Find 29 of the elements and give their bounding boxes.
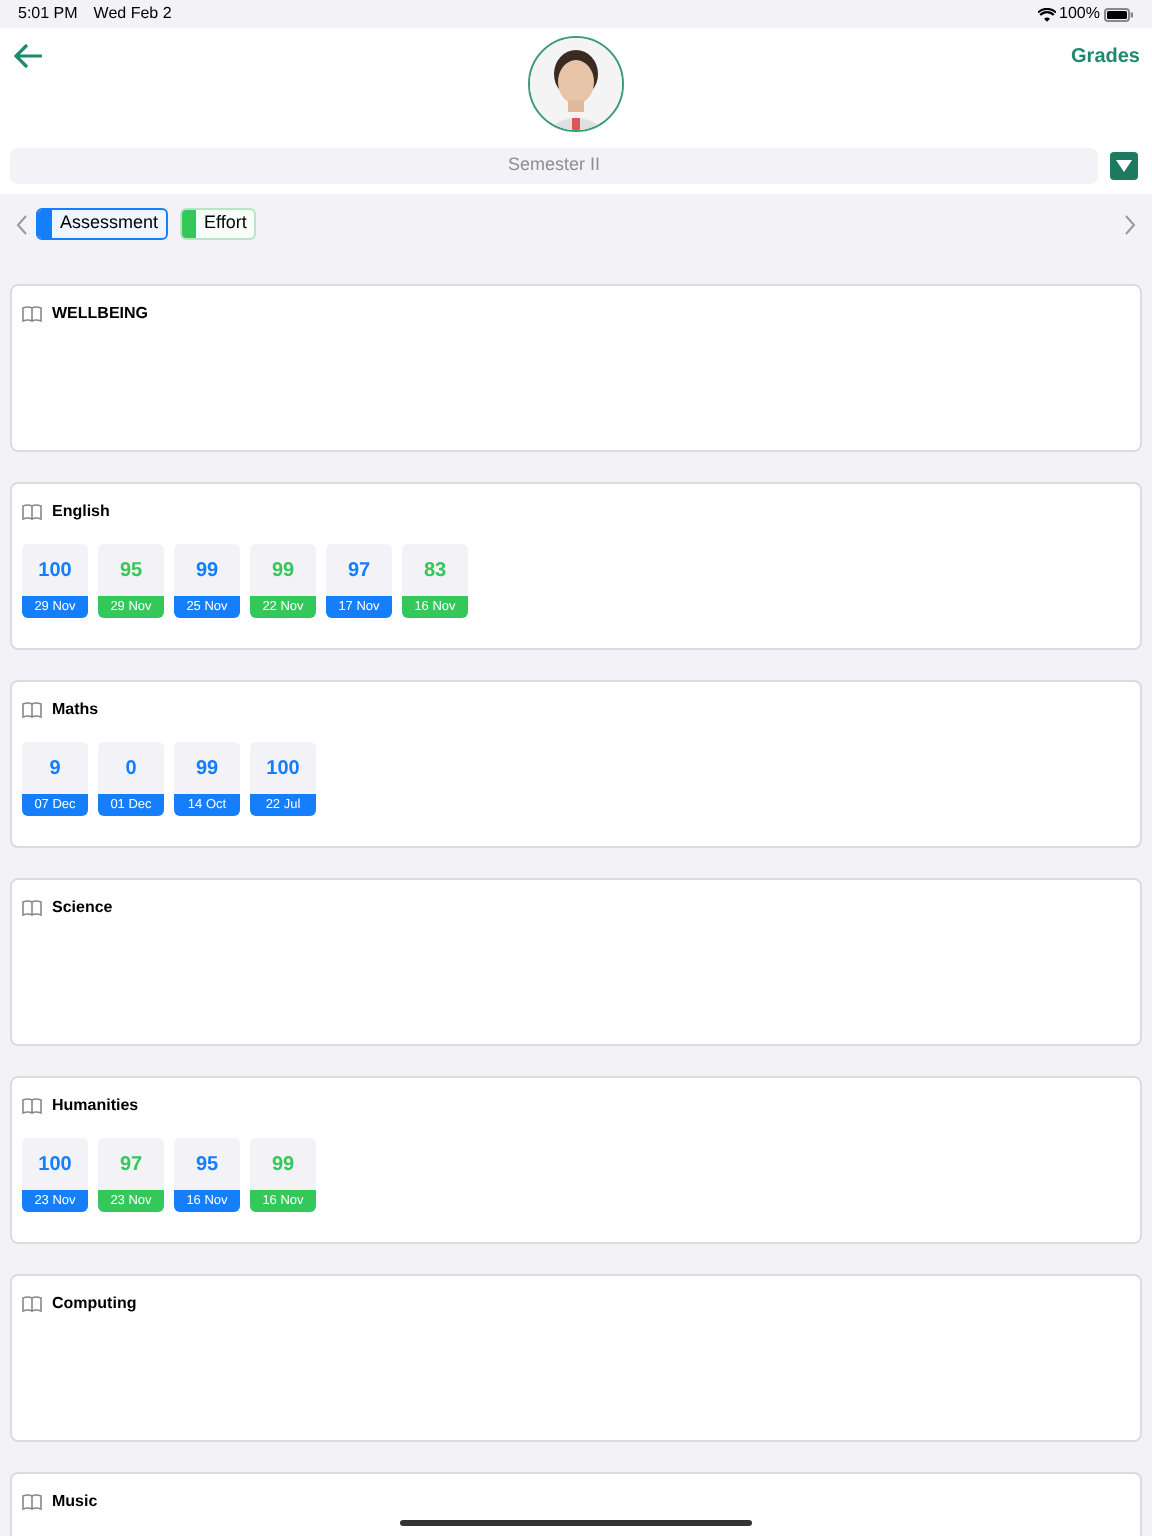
battery-icon <box>1104 7 1134 21</box>
caret-down-icon <box>1116 160 1132 172</box>
subject-title: Music <box>52 1490 98 1514</box>
book-icon <box>22 1098 42 1114</box>
chevron-right-icon[interactable] <box>1124 213 1136 235</box>
battery-percent: 100% <box>1059 2 1100 26</box>
back-arrow-icon <box>12 42 44 70</box>
book-icon <box>22 504 42 520</box>
filter-chip[interactable]: Assessment <box>36 208 169 240</box>
book-icon <box>22 702 42 718</box>
subject-title: Humanities <box>52 1094 139 1118</box>
subject-title: Maths <box>52 698 99 722</box>
book-icon <box>22 306 42 322</box>
grades-link[interactable]: Grades <box>1071 42 1140 72</box>
subject-title: Computing <box>52 1292 137 1316</box>
filter-chip[interactable]: Effort <box>180 208 257 240</box>
subject-title: English <box>52 500 110 524</box>
subject-title: WELLBEING <box>52 302 148 326</box>
semester-field[interactable]: Semester II <box>507 152 600 180</box>
chevron-left-icon[interactable] <box>16 213 28 235</box>
back-button[interactable] <box>12 40 44 72</box>
status-time: 5:01 PM <box>18 2 78 26</box>
wifi-icon <box>1037 7 1056 21</box>
book-icon <box>22 900 42 916</box>
book-icon <box>22 1494 42 1510</box>
subject-title: Science <box>52 896 113 920</box>
book-icon <box>22 1296 42 1312</box>
status-date: Wed Feb 2 <box>93 2 172 26</box>
dropdown-button[interactable] <box>1110 152 1138 180</box>
